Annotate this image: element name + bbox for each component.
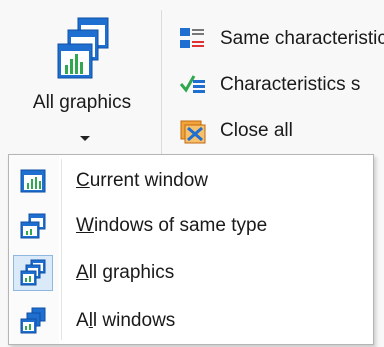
chevron-down-icon[interactable] [80, 136, 90, 141]
close-all-icon [178, 118, 208, 144]
same-characteristics-label: Same characteristics [220, 28, 384, 49]
menu-item-windows-same-type[interactable]: Windows of same type [9, 202, 373, 250]
all-graphics-icon [13, 255, 53, 291]
menu-item-current-window[interactable]: Current window [9, 157, 373, 205]
menu-item-label: Windows of same type [76, 215, 268, 236]
menu-item-all-windows[interactable]: All windows [9, 297, 373, 345]
all-graphics-icon [56, 16, 112, 89]
same-characteristics-icon [178, 26, 208, 52]
windows-same-type-icon [13, 208, 53, 244]
same-characteristics-button[interactable]: Same characteristics [178, 24, 384, 54]
all-graphics-button[interactable]: All graphics [8, 6, 156, 156]
close-all-label: Close all [220, 120, 293, 141]
menu-item-all-graphics[interactable]: All graphics [9, 249, 373, 297]
menu-item-label: Current window [76, 170, 209, 191]
menu-item-label: All graphics [76, 262, 175, 283]
all-graphics-label: All graphics [32, 92, 132, 113]
ribbon-separator [161, 10, 162, 160]
characteristics-sort-button[interactable]: Characteristics s [178, 70, 360, 100]
all-windows-icon [13, 303, 53, 339]
close-all-button[interactable]: Close all [178, 116, 293, 146]
current-window-icon [13, 163, 53, 199]
characteristics-sort-icon [178, 72, 208, 98]
all-graphics-dropdown-menu: Current window Windows of same type All … [8, 154, 374, 345]
characteristics-sort-label: Characteristics s [220, 74, 361, 95]
menu-item-label: All windows [76, 310, 176, 331]
